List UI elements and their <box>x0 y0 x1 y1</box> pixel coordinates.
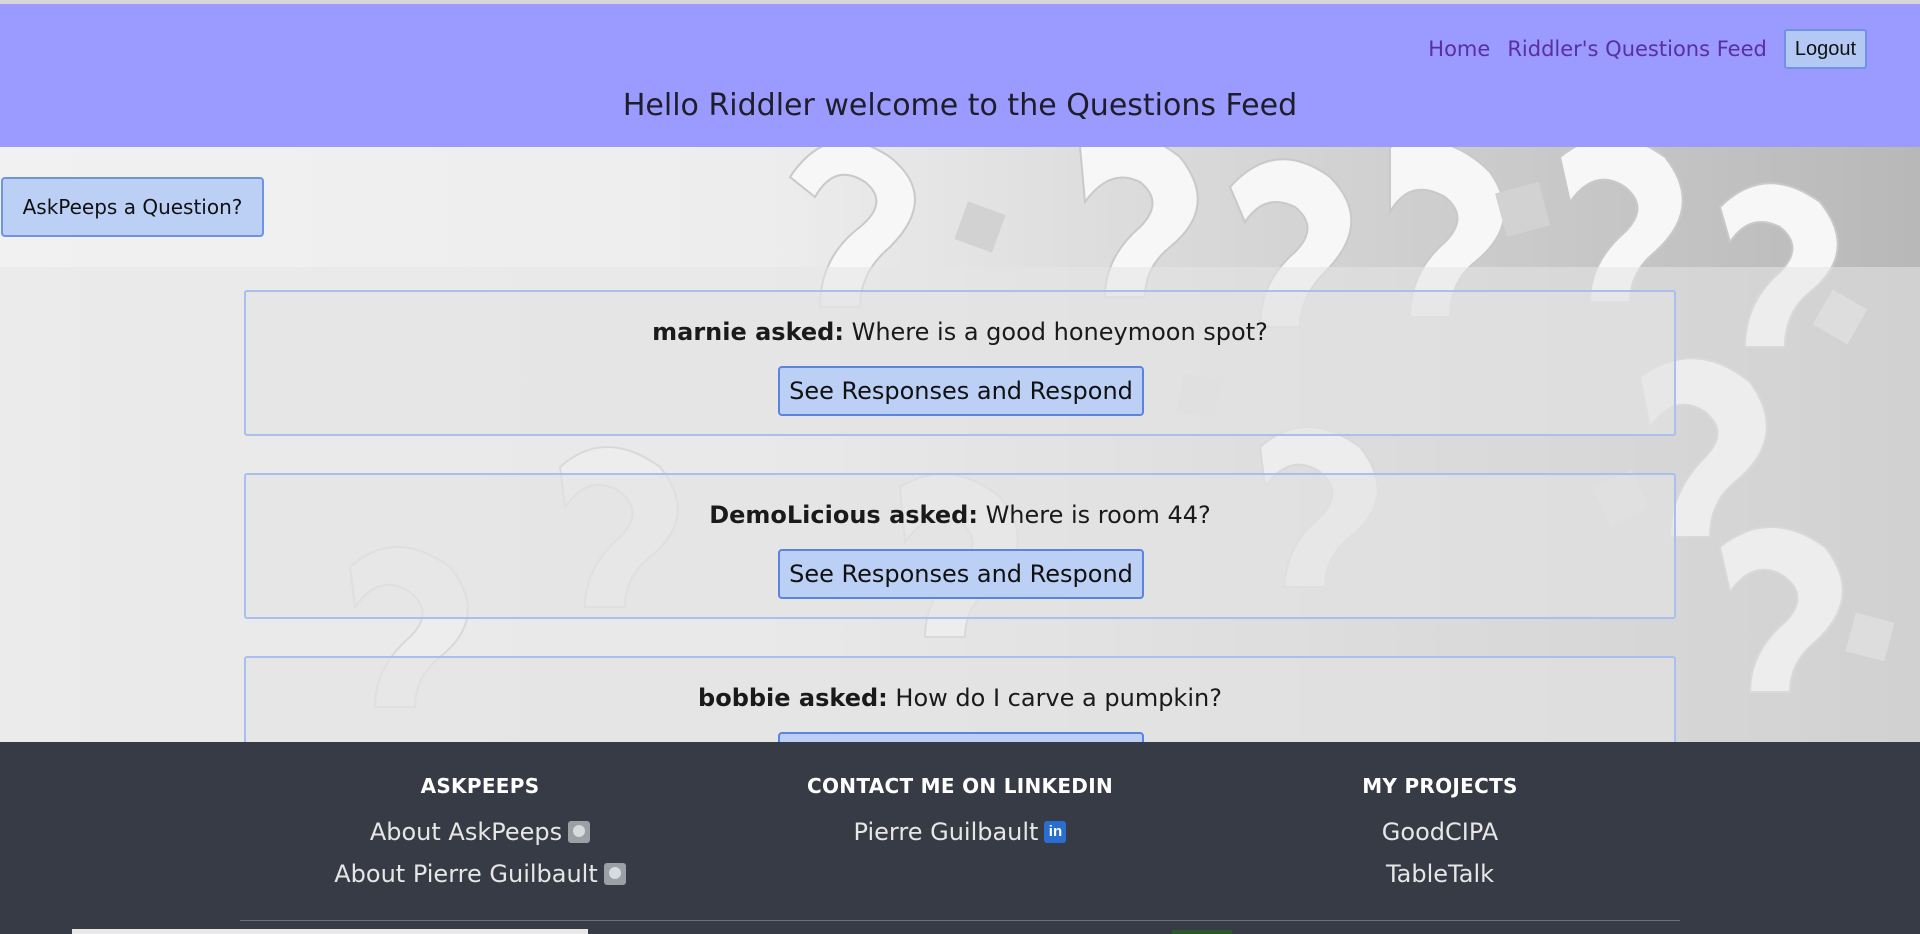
status-indicator <box>1172 930 1232 934</box>
about-pierre-link[interactable]: About Pierre Guilbault <box>300 860 660 888</box>
about-pierre-label: About Pierre Guilbault <box>334 860 598 888</box>
question-author: DemoLicious asked: <box>709 501 978 529</box>
footer: ASKPEEPS About AskPeeps About Pierre Gui… <box>0 742 1920 934</box>
footer-askpeeps-column: ASKPEEPS About AskPeeps About Pierre Gui… <box>300 742 660 888</box>
questions-background <box>0 147 1920 742</box>
question-author: marnie asked: <box>652 318 844 346</box>
linkedin-label: Pierre Guilbault <box>853 818 1039 846</box>
welcome-heading: Hello Riddler welcome to the Questions F… <box>622 88 1298 123</box>
github-icon <box>568 821 591 843</box>
question-card: marnie asked: Where is a good honeymoon … <box>244 290 1676 436</box>
page: Home Riddler's Questions Feed Logout Hel… <box>0 0 1920 934</box>
linkedin-icon: in <box>1044 821 1067 843</box>
goodcipa-link[interactable]: GoodCIPA <box>1260 818 1620 846</box>
logout-button[interactable]: Logout <box>1783 29 1867 69</box>
goodcipa-label: GoodCIPA <box>1381 818 1499 846</box>
ask-question-button[interactable]: AskPeeps a Question? <box>1 177 264 237</box>
footer-askpeeps-title: ASKPEEPS <box>420 774 540 798</box>
about-askpeeps-label: About AskPeeps <box>369 818 563 846</box>
question-text: DemoLicious asked: Where is room 44? <box>246 501 1674 529</box>
top-nav: Home Riddler's Questions Feed Logout <box>1428 29 1867 69</box>
question-author: bobbie asked: <box>698 684 888 712</box>
see-responses-button[interactable]: See Responses and Respond <box>778 549 1144 599</box>
footer-projects-column: MY PROJECTS GoodCIPA TableTalk <box>1260 742 1620 888</box>
question-body: Where is room 44? <box>985 501 1211 529</box>
about-askpeeps-link[interactable]: About AskPeeps <box>300 818 660 846</box>
linkedin-link[interactable]: Pierre Guilbault in <box>780 818 1140 846</box>
header: Home Riddler's Questions Feed Logout Hel… <box>0 4 1920 147</box>
footer-contact-title: CONTACT ME ON LINKEDIN <box>807 774 1113 798</box>
question-text: bobbie asked: How do I carve a pumpkin? <box>246 684 1674 712</box>
github-icon <box>603 863 626 885</box>
footer-projects-title: MY PROJECTS <box>1362 774 1518 798</box>
scroll-indicator <box>72 929 588 934</box>
footer-divider <box>240 920 1680 921</box>
footer-contact-column: CONTACT ME ON LINKEDIN Pierre Guilbault … <box>780 742 1140 846</box>
nav-home-link[interactable]: Home <box>1428 37 1490 61</box>
question-body: Where is a good honeymoon spot? <box>851 318 1268 346</box>
see-responses-button[interactable]: See Responses and Respond <box>778 366 1144 416</box>
question-card: DemoLicious asked: Where is room 44? See… <box>244 473 1676 619</box>
tabletalk-link[interactable]: TableTalk <box>1260 860 1620 888</box>
question-text: marnie asked: Where is a good honeymoon … <box>246 318 1674 346</box>
nav-feed-link[interactable]: Riddler's Questions Feed <box>1507 37 1767 61</box>
tabletalk-label: TableTalk <box>1385 860 1495 888</box>
question-body: How do I carve a pumpkin? <box>895 684 1222 712</box>
